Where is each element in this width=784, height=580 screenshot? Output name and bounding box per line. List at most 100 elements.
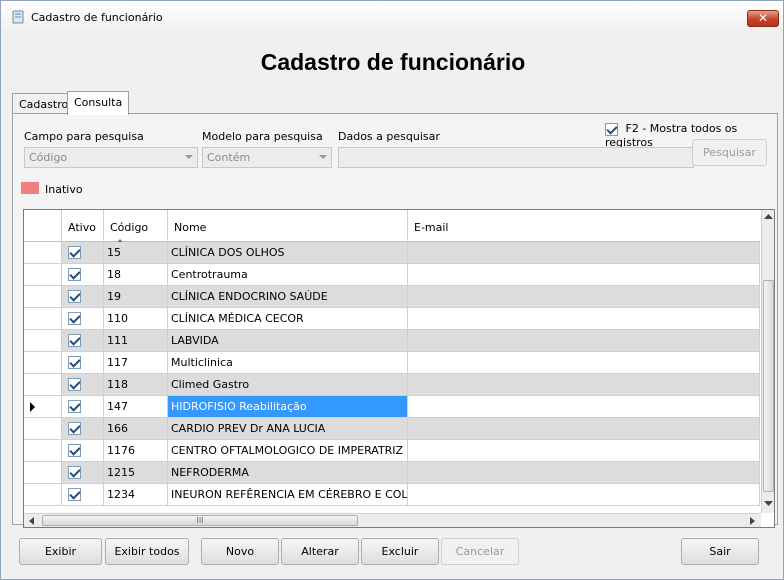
column-header-nome[interactable]: Nome: [168, 210, 408, 242]
inactive-legend-label: Inativo: [45, 183, 83, 196]
table-row[interactable]: 147 HIDROFISIO Reabilitação: [24, 396, 760, 418]
ativo-checkbox[interactable]: [68, 245, 81, 259]
row-indicator: [24, 286, 62, 308]
ativo-cell: [62, 286, 104, 308]
title-bar: Cadastro de funcionário ✕: [1, 1, 783, 31]
tab-label: Consulta: [74, 96, 123, 109]
table-row[interactable]: 118 Climed Gastro: [24, 374, 760, 396]
vertical-scrollbar[interactable]: [761, 210, 774, 513]
codigo-cell: 110: [104, 308, 168, 330]
column-header-label: Nome: [174, 221, 207, 234]
search-field-label: Campo para pesquisa: [24, 130, 144, 143]
employee-grid[interactable]: Ativo Código Nome E-mail 15 CLÍNICA DOS O…: [23, 209, 775, 528]
ativo-checkbox[interactable]: [68, 311, 81, 325]
table-row[interactable]: 1176 CENTRO OFTALMOLOGICO DE IMPERATRIZ: [24, 440, 760, 462]
ativo-checkbox[interactable]: [68, 355, 81, 369]
row-indicator: [24, 308, 62, 330]
ativo-checkbox[interactable]: [68, 267, 81, 281]
tab-cadastro[interactable]: Cadastro: [12, 93, 76, 114]
email-cell: [408, 308, 760, 330]
search-model-select[interactable]: Contém: [202, 147, 332, 168]
exibir-button[interactable]: Exibir: [19, 538, 102, 565]
ativo-checkbox[interactable]: [68, 443, 81, 457]
search-field-select[interactable]: Código: [24, 147, 198, 168]
search-button[interactable]: Pesquisar: [692, 139, 767, 166]
cancelar-button[interactable]: Cancelar: [441, 538, 519, 565]
ativo-checkbox[interactable]: [68, 487, 81, 501]
nome-cell: CLÍNICA MÉDICA CECOR: [168, 308, 408, 330]
table-row[interactable]: 19 CLÍNICA ENDOCRINO SAÚDE: [24, 286, 760, 308]
scroll-down-icon[interactable]: [764, 501, 773, 507]
alterar-button[interactable]: Alterar: [281, 538, 359, 565]
scroll-right-icon[interactable]: [750, 517, 756, 525]
ativo-checkbox[interactable]: [68, 289, 81, 303]
ativo-cell: [62, 264, 104, 286]
vertical-scroll-thumb[interactable]: [763, 280, 774, 492]
column-header-label: E-mail: [414, 221, 449, 234]
table-row[interactable]: 166 CARDIO PREV Dr ANA LUCIA: [24, 418, 760, 440]
nome-cell: Climed Gastro: [168, 374, 408, 396]
ativo-cell: [62, 440, 104, 462]
codigo-cell: 147: [104, 396, 168, 418]
ativo-cell: [62, 418, 104, 440]
close-button[interactable]: ✕: [747, 10, 779, 27]
nome-cell: CLÍNICA DOS OLHOS: [168, 242, 408, 264]
nome-cell: CARDIO PREV Dr ANA LUCIA: [168, 418, 408, 440]
column-header-codigo[interactable]: Código: [104, 210, 168, 244]
codigo-cell: 1215: [104, 462, 168, 484]
table-row[interactable]: 1215 NEFRODERMA: [24, 462, 760, 484]
button-label: Exibir: [44, 545, 77, 558]
search-model-label: Modelo para pesquisa: [202, 130, 323, 143]
table-row[interactable]: 111 LABVIDA: [24, 330, 760, 352]
search-button-label: Pesquisar: [703, 146, 756, 159]
nome-cell: CLÍNICA ENDOCRINO SAÚDE: [168, 286, 408, 308]
codigo-cell: 1234: [104, 484, 168, 506]
scroll-up-icon[interactable]: [764, 214, 773, 220]
inactive-swatch: [21, 182, 39, 194]
sair-button[interactable]: Sair: [681, 538, 759, 565]
email-cell: [408, 352, 760, 374]
table-row[interactable]: 1234 INEURON REFÊRENCIA EM CÉREBRO E COLU…: [24, 484, 760, 506]
column-header-ativo[interactable]: Ativo: [62, 210, 104, 242]
horizontal-scrollbar[interactable]: III: [24, 513, 761, 527]
row-indicator: [24, 330, 62, 352]
ativo-cell: [62, 396, 104, 418]
ativo-checkbox[interactable]: [68, 421, 81, 435]
table-row[interactable]: 15 CLÍNICA DOS OLHOS: [24, 242, 760, 264]
row-indicator: [24, 264, 62, 286]
ativo-checkbox[interactable]: [68, 377, 81, 391]
table-row[interactable]: 117 Multiclinica: [24, 352, 760, 374]
nome-cell: HIDROFISIO Reabilitação: [168, 396, 408, 418]
ativo-checkbox[interactable]: [68, 465, 81, 479]
search-data-label: Dados a pesquisar: [338, 130, 440, 143]
button-label: Alterar: [301, 545, 339, 558]
show-all-checkbox[interactable]: [605, 122, 618, 136]
tab-consulta[interactable]: Consulta: [67, 91, 130, 115]
email-cell: [408, 330, 760, 352]
ativo-cell: [62, 484, 104, 506]
search-input[interactable]: [338, 147, 694, 168]
excluir-button[interactable]: Excluir: [361, 538, 439, 565]
column-header-label: Ativo: [68, 221, 96, 234]
ativo-checkbox[interactable]: [68, 333, 81, 347]
table-row[interactable]: 110 CLÍNICA MÉDICA CECOR: [24, 308, 760, 330]
exibir-todos-button[interactable]: Exibir todos: [105, 538, 189, 565]
horizontal-scroll-thumb[interactable]: III: [42, 515, 358, 526]
button-label: Exibir todos: [114, 545, 180, 558]
scroll-left-icon[interactable]: [29, 517, 35, 525]
email-cell: [408, 286, 760, 308]
row-indicator: [24, 352, 62, 374]
novo-button[interactable]: Novo: [201, 538, 279, 565]
email-cell: [408, 462, 760, 484]
ativo-cell: [62, 462, 104, 484]
row-indicator: [24, 462, 62, 484]
app-icon: [12, 10, 24, 24]
codigo-cell: 19: [104, 286, 168, 308]
ativo-cell: [62, 374, 104, 396]
ativo-checkbox[interactable]: [68, 399, 81, 413]
nome-cell: CENTRO OFTALMOLOGICO DE IMPERATRIZ: [168, 440, 408, 462]
row-indicator: [24, 484, 62, 506]
table-row[interactable]: 18 Centrotrauma: [24, 264, 760, 286]
ativo-cell: [62, 242, 104, 264]
column-header-email[interactable]: E-mail: [408, 210, 760, 242]
